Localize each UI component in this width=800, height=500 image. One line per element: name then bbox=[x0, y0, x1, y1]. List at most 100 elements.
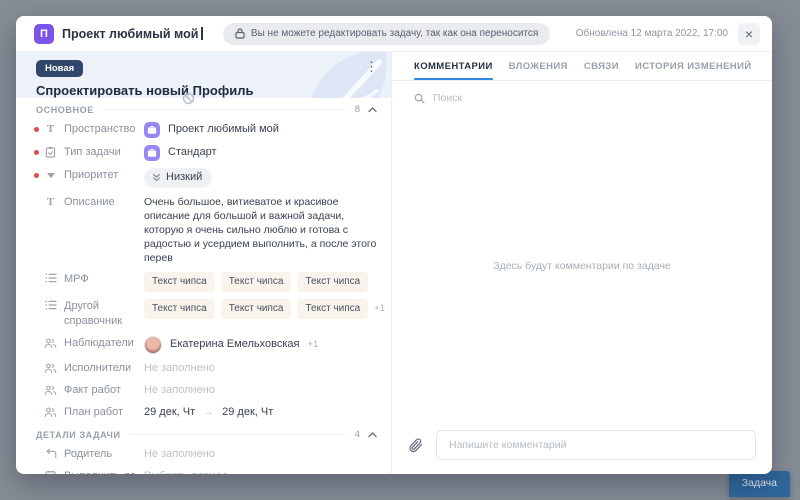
field-label: Тип задачи bbox=[64, 145, 121, 160]
comment-input[interactable] bbox=[436, 430, 756, 460]
description-text: Очень большое, витиеватое и красивое опи… bbox=[144, 195, 377, 265]
field-row-other-ref[interactable]: Другой справочник Текст чипса Текст чипс… bbox=[16, 295, 391, 332]
section-divider bbox=[103, 109, 346, 110]
lock-message: Вы не можете редактировать задачу, так к… bbox=[251, 28, 538, 39]
task-details-panel: ⋮ Новая Спроектировать новый Профиль ОСН… bbox=[16, 52, 392, 474]
field-row-due[interactable]: Выполнить до Выбрать период bbox=[16, 465, 391, 474]
chip[interactable]: Текст чипса bbox=[144, 272, 215, 292]
chip[interactable]: Текст чипса bbox=[144, 299, 215, 319]
plan-end-date[interactable]: 29 дек, Чт bbox=[222, 405, 273, 420]
chip[interactable]: Текст чипса bbox=[297, 299, 368, 319]
people-icon bbox=[44, 337, 57, 349]
people-icon bbox=[44, 406, 57, 418]
required-dot bbox=[34, 150, 39, 155]
status-badge[interactable]: Новая bbox=[36, 60, 83, 77]
list-icon bbox=[44, 300, 57, 310]
project-avatar: П bbox=[34, 24, 54, 44]
tab-attachments[interactable]: ВЛОЖЕНИЯ bbox=[509, 52, 568, 80]
field-label: МРФ bbox=[64, 272, 89, 287]
tab-history[interactable]: ИСТОРИЯ ИЗМЕНЕНИЙ bbox=[635, 52, 752, 80]
people-icon bbox=[44, 384, 57, 396]
chevron-up-icon[interactable] bbox=[368, 432, 377, 438]
field-label: Другой справочник bbox=[64, 299, 144, 329]
field-label: План работ bbox=[64, 405, 123, 420]
modal-header: П Проект любимый мой Вы не можете редакт… bbox=[16, 16, 772, 52]
project-title[interactable]: Проект любимый мой bbox=[62, 27, 198, 41]
people-icon bbox=[44, 362, 57, 374]
field-row-space[interactable]: T Пространство Проект любимый мой bbox=[16, 118, 391, 141]
search-input[interactable] bbox=[433, 92, 750, 104]
placeholder-value[interactable]: Выбрать период bbox=[144, 469, 228, 475]
section-main-header[interactable]: ОСНОВНОЕ 8 bbox=[16, 98, 391, 118]
empty-value: Не заполнено bbox=[144, 447, 215, 462]
empty-value: Не заполнено bbox=[144, 361, 215, 376]
text-field-icon: T bbox=[44, 123, 57, 136]
field-row-watchers[interactable]: Наблюдатели Екатерина Емельховская +1 bbox=[16, 332, 391, 357]
field-label: Родитель bbox=[64, 447, 112, 462]
plan-start-date[interactable]: 29 дек, Чт bbox=[144, 405, 195, 420]
field-value: Проект любимый мой bbox=[168, 122, 279, 137]
space-entity-icon bbox=[144, 122, 160, 138]
field-label: Приоритет bbox=[64, 168, 118, 183]
empty-state-text: Здесь будут комментарии по задаче bbox=[493, 260, 671, 272]
text-field-icon: T bbox=[44, 196, 57, 209]
task-modal: П Проект любимый мой Вы не можете редакт… bbox=[16, 16, 772, 474]
parent-arrow-icon bbox=[44, 448, 57, 459]
section-title: ДЕТАЛИ ЗАДАЧИ bbox=[36, 430, 121, 440]
watcher-avatar[interactable] bbox=[144, 336, 162, 354]
task-title[interactable]: Спроектировать новый Профиль bbox=[36, 83, 379, 98]
card-menu-icon[interactable]: ⋮ bbox=[360, 57, 383, 76]
caret-down-icon bbox=[44, 173, 57, 178]
activity-panel: КОММЕНТАРИИ ВЛОЖЕНИЯ СВЯЗИ ИСТОРИЯ ИЗМЕН… bbox=[392, 52, 772, 474]
priority-pill[interactable]: Низкий bbox=[144, 168, 212, 188]
chip[interactable]: Текст чипса bbox=[221, 272, 292, 292]
watcher-name: Екатерина Емельховская bbox=[170, 337, 299, 352]
page-backdrop: Задача П Проект любимый мой Вы не можете… bbox=[0, 0, 800, 500]
field-row-assignees[interactable]: Исполнители Не заполнено bbox=[16, 357, 391, 379]
section-details-header[interactable]: ДЕТАЛИ ЗАДАЧИ 4 bbox=[16, 423, 391, 443]
section-count: 8 bbox=[355, 104, 360, 115]
chevron-up-icon[interactable] bbox=[368, 107, 377, 113]
tab-links[interactable]: СВЯЗИ bbox=[584, 52, 619, 80]
field-row-parent[interactable]: Родитель Не заполнено bbox=[16, 443, 391, 465]
field-row-planned-work[interactable]: План работ 29 дек, Чт → 29 дек, Чт bbox=[16, 401, 391, 423]
tab-comments[interactable]: КОММЕНТАРИИ bbox=[414, 52, 493, 80]
field-row-mrf[interactable]: МРФ Текст чипса Текст чипса Текст чипса bbox=[16, 268, 391, 295]
chip[interactable]: Текст чипса bbox=[297, 272, 368, 292]
lock-icon bbox=[235, 28, 245, 39]
field-label: Исполнители bbox=[64, 361, 131, 376]
field-label: Факт работ bbox=[64, 383, 121, 398]
lock-message-pill: Вы не можете редактировать задачу, так к… bbox=[223, 23, 550, 45]
field-value: Стандарт bbox=[168, 145, 217, 160]
field-row-type[interactable]: Тип задачи Стандарт bbox=[16, 141, 391, 164]
paperclip-icon[interactable] bbox=[406, 435, 426, 456]
updated-timestamp: Обновлена 12 марта 2022, 17:00 bbox=[576, 28, 728, 39]
empty-value: Не заполнено bbox=[144, 383, 215, 398]
field-row-description[interactable]: T Описание Очень большое, витиеватое и к… bbox=[16, 191, 391, 268]
task-button[interactable]: Задача bbox=[729, 471, 790, 497]
required-dot bbox=[34, 127, 39, 132]
section-title: ОСНОВНОЕ bbox=[36, 105, 94, 115]
chip-list: Текст чипса Текст чипса Текст чипса bbox=[144, 272, 368, 292]
section-divider bbox=[130, 434, 346, 435]
field-row-priority[interactable]: Приоритет Низкий bbox=[16, 164, 391, 191]
more-count[interactable]: +1 bbox=[374, 301, 385, 316]
section-count: 4 bbox=[355, 429, 360, 440]
close-button[interactable]: × bbox=[738, 23, 760, 45]
priority-value: Низкий bbox=[166, 170, 202, 185]
comments-empty-state: Здесь будут комментарии по задаче bbox=[392, 110, 772, 422]
list-icon bbox=[44, 273, 57, 283]
low-priority-icon bbox=[152, 173, 161, 182]
field-label: Наблюдатели bbox=[64, 336, 134, 351]
arrow-right-icon: → bbox=[203, 405, 214, 420]
calendar-icon bbox=[44, 470, 57, 475]
field-row-actual-work[interactable]: Факт работ Не заполнено bbox=[16, 379, 391, 401]
type-entity-icon bbox=[144, 145, 160, 161]
field-label: Пространство bbox=[64, 122, 135, 137]
not-allowed-cursor-icon bbox=[182, 92, 195, 105]
clipboard-icon bbox=[44, 146, 57, 158]
task-hero: ⋮ Новая Спроектировать новый Профиль bbox=[16, 52, 391, 98]
search-icon bbox=[414, 93, 425, 104]
chip[interactable]: Текст чипса bbox=[221, 299, 292, 319]
more-count[interactable]: +1 bbox=[307, 337, 318, 352]
